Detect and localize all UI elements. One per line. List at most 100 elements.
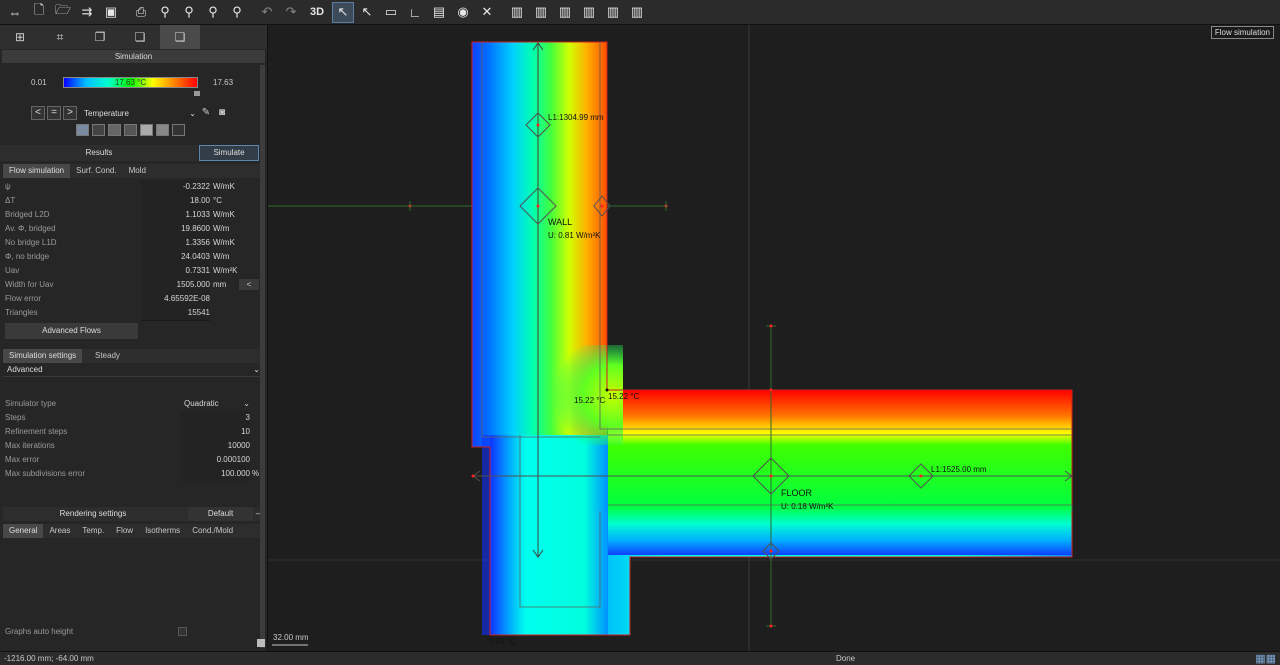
tab-geometry-icon[interactable]: ⊞ bbox=[0, 25, 40, 49]
dimension-horizontal-label: L1:1525.00 mm bbox=[931, 465, 987, 474]
tab-cond-mold[interactable]: Cond./Mold bbox=[186, 524, 239, 538]
dimension-point[interactable] bbox=[536, 123, 540, 127]
tab-boundary-icon[interactable]: ❏ bbox=[120, 25, 160, 49]
view-tabs: ⊞ ⌗ ❐ ❏ ❏ bbox=[0, 25, 267, 49]
zoom-fit-icon[interactable]: ⚲ bbox=[226, 2, 248, 23]
eye-icon[interactable]: ◉ bbox=[452, 2, 474, 23]
wall-u-value: U: 0.81 W/m²K bbox=[548, 231, 601, 240]
section-point[interactable] bbox=[769, 624, 773, 628]
zoom-icon[interactable]: ⚲ bbox=[154, 2, 176, 23]
expand-icon[interactable]: ⇔ bbox=[4, 2, 26, 23]
legend-slider-handle[interactable] bbox=[194, 91, 200, 96]
render-mode-solid[interactable] bbox=[140, 124, 153, 136]
section-point[interactable] bbox=[769, 388, 773, 392]
chart-1-icon[interactable]: ▥ bbox=[506, 2, 528, 23]
width-for-uav-input[interactable]: 1505.000 bbox=[141, 278, 210, 293]
quantity-row: < = > Temperature ⌄ ✎ ◙ bbox=[0, 106, 267, 124]
table-row: Max iterations 10000 bbox=[3, 439, 264, 453]
width-reset-button[interactable]: < bbox=[239, 279, 259, 290]
left-panel: ⊞ ⌗ ❐ ❏ ❏ Simulation 0.01 17.63 °C 17.63… bbox=[0, 25, 268, 651]
advanced-flows-button[interactable]: Advanced Flows bbox=[5, 323, 138, 339]
simulation-settings-tabs: Simulation settings Steady bbox=[3, 349, 264, 363]
tab-flow-simulation[interactable]: Flow simulation bbox=[3, 164, 71, 178]
ruler-icon[interactable]: ▭ bbox=[380, 2, 402, 23]
prev-quantity-button[interactable]: < bbox=[31, 106, 45, 120]
tab-layers-icon[interactable]: ❐ bbox=[80, 25, 120, 49]
table-row: Steps 3 bbox=[3, 411, 264, 425]
corner-temperature-1: 15.22 °C bbox=[574, 396, 605, 405]
graphs-auto-height-checkbox[interactable] bbox=[178, 627, 187, 636]
select-arrow-icon[interactable]: ↖ bbox=[332, 1, 354, 23]
max-error-input[interactable]: 0.000100 bbox=[180, 453, 250, 467]
foundation-region[interactable] bbox=[490, 435, 608, 635]
section-point[interactable] bbox=[600, 204, 604, 208]
default-button[interactable]: Default bbox=[188, 507, 253, 521]
max-iterations-input[interactable]: 10000 bbox=[180, 439, 250, 453]
chart-2-icon[interactable]: ▥ bbox=[530, 2, 552, 23]
dimension-point[interactable] bbox=[919, 474, 923, 478]
dimension-point[interactable] bbox=[471, 474, 475, 478]
section-point[interactable] bbox=[769, 474, 773, 478]
comment-icon[interactable]: ▤ bbox=[428, 2, 450, 23]
select-plus-icon[interactable]: ↖ bbox=[356, 2, 378, 23]
chart-4-icon[interactable]: ▥ bbox=[578, 2, 600, 23]
render-mode-flow[interactable] bbox=[124, 124, 137, 136]
dimension-icon[interactable]: ∟ bbox=[404, 2, 426, 23]
redo-icon[interactable]: ↷ bbox=[280, 2, 302, 23]
grid-icon[interactable]: ▦▦ bbox=[1255, 653, 1276, 665]
camera-icon[interactable]: ◙ bbox=[215, 106, 229, 120]
render-mode-lines[interactable] bbox=[92, 124, 105, 136]
resize-handle[interactable] bbox=[257, 639, 265, 647]
floor-u-value: U: 0.18 W/m²K bbox=[781, 502, 834, 511]
advanced-dropdown[interactable]: Advanced ⌄ bbox=[3, 363, 264, 377]
render-mode-drop[interactable] bbox=[156, 124, 169, 136]
zoom-out-icon[interactable]: ⚲ bbox=[202, 2, 224, 23]
mesh-icon[interactable]: ✕ bbox=[476, 2, 498, 23]
quantity-select-value: Temperature bbox=[84, 109, 129, 118]
render-mode-outline[interactable] bbox=[172, 124, 185, 136]
tab-flow[interactable]: Flow bbox=[110, 524, 139, 538]
tab-isotherms[interactable]: Isotherms bbox=[139, 524, 186, 538]
tab-simulation-settings[interactable]: Simulation settings bbox=[3, 349, 83, 363]
next-quantity-button[interactable]: > bbox=[63, 106, 77, 120]
tab-general[interactable]: General bbox=[3, 524, 44, 538]
simulate-button[interactable]: Simulate bbox=[199, 145, 259, 161]
tab-surf-cond[interactable]: Surf. Cond. bbox=[70, 164, 122, 178]
tab-temp[interactable]: Temp. bbox=[76, 524, 110, 538]
eyedropper-icon[interactable]: ✎ bbox=[199, 106, 213, 120]
undo-icon[interactable]: ↶ bbox=[256, 2, 278, 23]
section-point[interactable] bbox=[769, 549, 773, 553]
steps-input[interactable]: 3 bbox=[180, 411, 250, 425]
new-file-icon[interactable]: 🗋 bbox=[28, 2, 50, 23]
import-icon[interactable]: ⇉ bbox=[76, 2, 98, 23]
render-mode-gradient[interactable] bbox=[76, 124, 89, 136]
chart-3-icon[interactable]: ▥ bbox=[554, 2, 576, 23]
print-icon[interactable]: ⎙ bbox=[130, 2, 152, 23]
render-mode-bands[interactable] bbox=[108, 124, 121, 136]
section-point[interactable] bbox=[536, 204, 540, 208]
zoom-in-icon[interactable]: ⚲ bbox=[178, 2, 200, 23]
save-icon[interactable]: ▣ bbox=[100, 2, 122, 23]
tab-mold[interactable]: Mold bbox=[123, 164, 152, 178]
equal-quantity-button[interactable]: = bbox=[47, 106, 61, 120]
simulator-type-select[interactable]: Quadratic ⌄ bbox=[184, 397, 250, 411]
table-row: Refinement steps 10 bbox=[3, 425, 264, 439]
chart-6-icon[interactable]: ▥ bbox=[626, 2, 648, 23]
tab-areas[interactable]: Areas bbox=[43, 524, 76, 538]
view-3d-button[interactable]: 3D bbox=[304, 2, 330, 23]
max-subdivisions-error-input[interactable]: 100.000 bbox=[180, 467, 250, 481]
tab-crop-icon[interactable]: ⌗ bbox=[40, 25, 80, 49]
open-folder-icon[interactable]: 🗁 bbox=[52, 2, 74, 23]
drawing-canvas[interactable]: L1:1304.99 mm WALL U: 0.81 W/m²K 15.22 °… bbox=[268, 25, 1280, 651]
steady-label[interactable]: Steady bbox=[93, 349, 122, 363]
table-row: Φ, no bridge 24.0403 W/m bbox=[3, 250, 264, 265]
left-panel-scrollbar[interactable] bbox=[260, 65, 265, 648]
quantity-select[interactable]: Temperature ⌄ bbox=[84, 107, 196, 120]
tab-simulation-icon[interactable]: ❏ bbox=[160, 25, 200, 49]
section-point[interactable] bbox=[769, 324, 773, 328]
table-row: Bridged L2D 1.1033 W/mK bbox=[3, 208, 264, 223]
simulation-view[interactable]: L1:1304.99 mm WALL U: 0.81 W/m²K 15.22 °… bbox=[268, 25, 1280, 651]
advanced-dropdown-label: Advanced bbox=[7, 365, 43, 374]
chart-5-icon[interactable]: ▥ bbox=[602, 2, 624, 23]
refinement-steps-input[interactable]: 10 bbox=[180, 425, 250, 439]
